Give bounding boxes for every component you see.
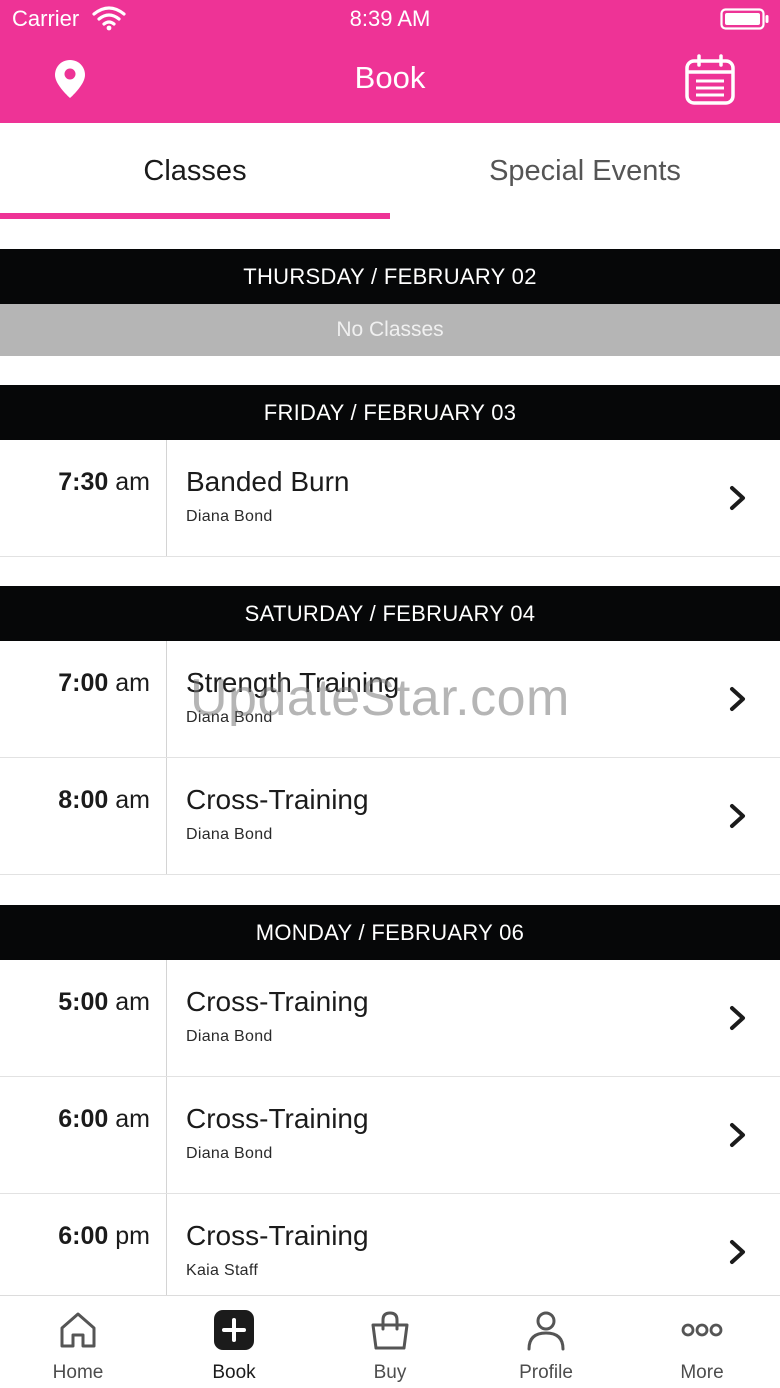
class-time: 7:00 am — [58, 669, 150, 697]
chevron-right-icon — [730, 1240, 745, 1264]
class-time-cell: 6:00 pm — [0, 1194, 167, 1295]
chevron-right-icon — [730, 1006, 745, 1030]
tab-profile-label: Profile — [519, 1362, 573, 1383]
class-time: 8:00 am — [58, 786, 150, 814]
class-row[interactable]: 6:00 am Cross-Training Diana Bond — [0, 1077, 780, 1194]
tab-special-events-label: Special Events — [489, 155, 681, 187]
class-time: 5:00 am — [58, 988, 150, 1016]
class-name: Cross-Training — [186, 986, 369, 1017]
no-classes-label: No Classes — [0, 304, 780, 356]
person-icon — [527, 1311, 565, 1351]
tab-book-label: Book — [212, 1362, 256, 1383]
class-row[interactable]: 7:00 am Strength Training Diana Bond — [0, 641, 780, 758]
segment-tabs: Classes Special Events — [0, 123, 780, 221]
class-time: 6:00 am — [58, 1105, 150, 1133]
tab-profile[interactable]: Profile — [468, 1296, 624, 1388]
status-time: 8:39 AM — [349, 6, 431, 31]
tab-book[interactable]: Book — [156, 1296, 312, 1388]
tab-buy-label: Buy — [373, 1362, 407, 1383]
plus-square-icon — [214, 1310, 254, 1350]
status-bar: Carrier 8:39 AM — [0, 0, 780, 36]
tab-buy[interactable]: Buy — [312, 1296, 468, 1388]
class-time-cell: 7:30 am — [0, 440, 167, 556]
class-row[interactable]: 8:00 am Cross-Training Diana Bond — [0, 758, 780, 875]
class-row[interactable]: 7:30 am Banded Burn Diana Bond — [0, 440, 780, 557]
tab-home-label: Home — [52, 1362, 104, 1383]
tab-more-label: More — [680, 1362, 724, 1383]
calendar-icon[interactable] — [684, 54, 736, 106]
class-time-cell: 7:00 am — [0, 641, 167, 757]
class-time-cell: 6:00 am — [0, 1077, 167, 1193]
class-instructor: Kaia Staff — [186, 1262, 259, 1279]
class-instructor: Diana Bond — [186, 709, 273, 726]
class-row[interactable]: 5:00 am Cross-Training Diana Bond — [0, 960, 780, 1077]
bottom-tab-bar: Home Book Buy Profile More — [0, 1295, 780, 1388]
day-header: FRIDAY / FEBRUARY 03 — [0, 385, 780, 440]
chevron-right-icon — [730, 1123, 745, 1147]
class-name: Cross-Training — [186, 1220, 369, 1251]
chevron-right-icon — [730, 687, 745, 711]
tab-home[interactable]: Home — [0, 1296, 156, 1388]
class-instructor: Diana Bond — [186, 1028, 273, 1045]
day-header: THURSDAY / FEBRUARY 02 — [0, 249, 780, 304]
class-time: 7:30 am — [58, 468, 150, 496]
class-name: Strength Training — [186, 667, 400, 698]
chevron-right-icon — [730, 804, 745, 828]
class-name: Cross-Training — [186, 784, 369, 815]
tab-special-events[interactable]: Special Events — [390, 123, 780, 221]
class-name: Cross-Training — [186, 1103, 369, 1134]
active-tab-indicator — [0, 213, 390, 219]
home-icon — [60, 1312, 96, 1348]
class-instructor: Diana Bond — [186, 1145, 273, 1162]
page-title: Book — [354, 60, 426, 95]
tab-more[interactable]: More — [624, 1296, 780, 1388]
nav-bar: Book — [0, 36, 780, 123]
class-instructor: Diana Bond — [186, 508, 273, 525]
class-time-cell: 8:00 am — [0, 758, 167, 874]
class-time: 6:00 pm — [58, 1222, 150, 1250]
class-schedule-list[interactable]: THURSDAY / FEBRUARY 02 No Classes FRIDAY… — [0, 221, 780, 1295]
class-row[interactable]: 6:00 pm Cross-Training Kaia Staff — [0, 1194, 780, 1295]
class-name: Banded Burn — [186, 466, 350, 497]
tab-classes[interactable]: Classes — [0, 123, 390, 221]
class-time-cell: 5:00 am — [0, 960, 167, 1076]
more-dots-icon — [681, 1323, 723, 1337]
tab-classes-label: Classes — [143, 155, 247, 187]
shopping-bag-icon — [371, 1311, 409, 1350]
class-instructor: Diana Bond — [186, 826, 273, 843]
chevron-right-icon — [730, 486, 745, 510]
day-header: MONDAY / FEBRUARY 06 — [0, 905, 780, 960]
battery-icon — [720, 8, 769, 30]
day-header: SATURDAY / FEBRUARY 04 — [0, 586, 780, 641]
